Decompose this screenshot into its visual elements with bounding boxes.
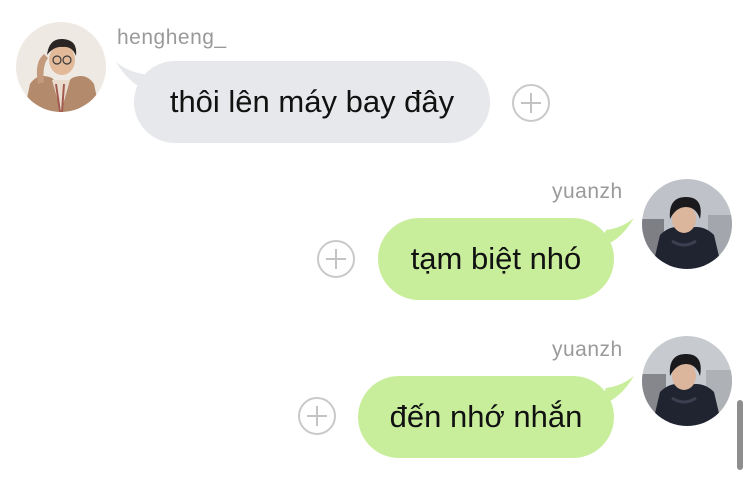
add-reaction-button[interactable]: [298, 397, 336, 435]
sender-name: yuanzh: [552, 338, 623, 361]
avatar-hengheng[interactable]: [16, 22, 106, 112]
avatar-image: [642, 179, 732, 269]
message-bubble-incoming[interactable]: thôi lên máy bay đây: [134, 61, 490, 143]
scrollbar[interactable]: [737, 400, 743, 470]
avatar-yuanzh[interactable]: [642, 179, 732, 269]
avatar-yuanzh[interactable]: [642, 336, 732, 426]
sender-name: hengheng_: [117, 26, 227, 49]
avatar-image: [642, 336, 732, 426]
add-reaction-button[interactable]: [512, 84, 550, 122]
add-reaction-button[interactable]: [317, 240, 355, 278]
message-bubble-outgoing[interactable]: đến nhớ nhắn: [358, 376, 614, 458]
message-bubble-outgoing[interactable]: tạm biệt nhó: [378, 218, 614, 300]
sender-name: yuanzh: [552, 180, 623, 203]
avatar-image: [16, 22, 106, 112]
